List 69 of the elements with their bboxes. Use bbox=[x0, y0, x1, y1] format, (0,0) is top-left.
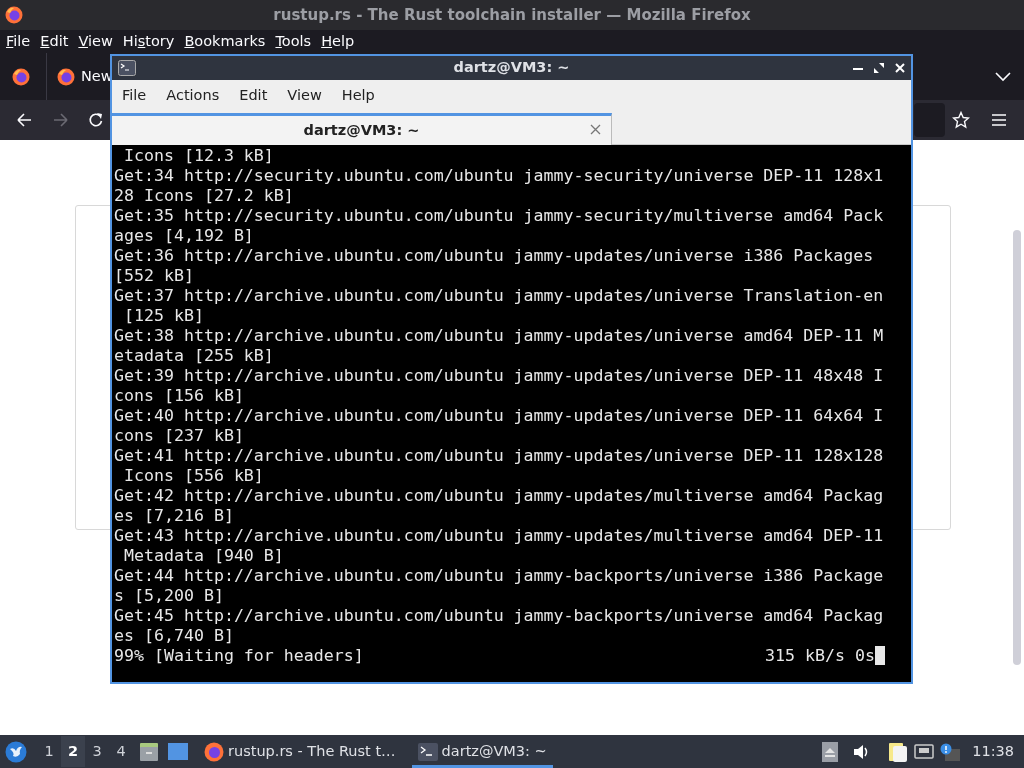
terminal-icon bbox=[417, 742, 438, 761]
menu-item[interactable]: File bbox=[114, 84, 159, 107]
menu-item[interactable]: Help bbox=[333, 84, 387, 107]
terminal-line: cons [237 kB] bbox=[114, 426, 244, 446]
firefox-icon bbox=[5, 6, 23, 24]
terminal-tab[interactable]: dartz@VM3: ~ bbox=[112, 113, 612, 145]
chevron-icon[interactable] bbox=[995, 71, 1011, 82]
menu-item[interactable]: History bbox=[122, 30, 175, 53]
menu-item[interactable]: Edit bbox=[40, 30, 69, 53]
clipboard-icon[interactable] bbox=[888, 740, 909, 763]
file-cabinet-icon[interactable] bbox=[139, 741, 159, 762]
desktop-switcher[interactable]: 1 bbox=[37, 736, 61, 767]
terminal-line: Get:44 http://archive.ubuntu.com/ubuntu jammy-backports/universe i386 Package bbox=[114, 566, 884, 586]
desktop-switcher[interactable]: 4 bbox=[109, 736, 133, 767]
terminal-icon bbox=[118, 60, 136, 76]
terminal-line: etadata [255 kB] bbox=[114, 346, 274, 366]
window-title: dartz@VM3: ~ bbox=[453, 58, 570, 78]
taskbar-button[interactable]: rustup.rs - The Rust t… bbox=[198, 735, 402, 768]
menu-icon[interactable] bbox=[991, 113, 1007, 127]
terminal-line: Get:42 http://archive.ubuntu.com/ubuntu jammy-updates/multiverse amd64 Packag bbox=[114, 486, 884, 506]
terminal-line: Get:35 http://security.ubuntu.com/ubuntu jammy-security/multiverse amd64 Pack bbox=[114, 206, 884, 226]
menu-item[interactable]: Tools bbox=[275, 30, 312, 53]
terminal-line: Get:39 http://archive.ubuntu.com/ubuntu jammy-updates/universe DEP-11 48x48 I bbox=[114, 366, 884, 386]
terminal-line: 28 Icons [27.2 kB] bbox=[114, 186, 294, 206]
scrollbar[interactable] bbox=[1013, 230, 1021, 665]
eject-icon[interactable] bbox=[822, 741, 839, 762]
firefox-icon bbox=[204, 741, 224, 762]
terminal-line: Icons [12.3 kB] bbox=[123, 146, 274, 166]
terminal-line: Get:38 http://archive.ubuntu.com/ubuntu jammy-updates/universe amd64 DEP-11 M bbox=[114, 326, 884, 346]
terminal-line: Get:40 http://archive.ubuntu.com/ubuntu jammy-updates/universe DEP-11 64x64 I bbox=[114, 406, 884, 426]
reload-icon[interactable] bbox=[88, 112, 104, 128]
network-icon[interactable] bbox=[914, 743, 935, 760]
terminal-line: es [7,216 B] bbox=[114, 506, 234, 526]
firefox-view-icon[interactable] bbox=[12, 67, 30, 86]
terminal-line: 99% [Waiting for headers] bbox=[114, 646, 364, 666]
menu-item[interactable]: View bbox=[279, 84, 334, 107]
terminal-line: Icons [556 kB] bbox=[123, 466, 264, 486]
star-icon[interactable] bbox=[952, 111, 970, 129]
firefox-icon bbox=[57, 67, 75, 86]
terminal-line: cons [156 kB] bbox=[114, 386, 244, 406]
terminal-line: Get:41 http://archive.ubuntu.com/ubuntu jammy-updates/universe DEP-11 128x128 bbox=[114, 446, 884, 466]
notification-icon[interactable] bbox=[940, 742, 961, 761]
terminal-line: ages [4,192 B] bbox=[114, 226, 254, 246]
clock[interactable]: 11:38 bbox=[972, 740, 1014, 763]
back-icon[interactable] bbox=[16, 112, 33, 128]
text-cursor bbox=[875, 646, 885, 665]
terminal-line: [552 kB] bbox=[114, 266, 194, 286]
terminal-line: Metadata [940 B] bbox=[123, 546, 284, 566]
menu-item[interactable]: Actions bbox=[158, 84, 232, 107]
menu-item[interactable]: View bbox=[78, 30, 113, 53]
menu-item[interactable]: File bbox=[6, 30, 31, 53]
maximize-icon[interactable] bbox=[874, 63, 884, 73]
terminal-line: Get:36 http://archive.ubuntu.com/ubuntu jammy-updates/universe i386 Packages bbox=[114, 246, 874, 266]
terminal-line: 315 kB/s 0s bbox=[765, 646, 875, 666]
taskbar-button[interactable]: dartz@VM3: ~ bbox=[411, 735, 553, 768]
terminal-line: Get:34 http://security.ubuntu.com/ubuntu jammy-security/universe DEP-11 128x1 bbox=[114, 166, 884, 186]
terminal-line: [125 kB] bbox=[123, 306, 204, 326]
window-title: rustup.rs - The Rust toolchain installer — Mozilla Firefox bbox=[273, 4, 751, 26]
terminal-line: Get:45 http://archive.ubuntu.com/ubuntu jammy-backports/universe amd64 Packag bbox=[114, 606, 884, 626]
desktop-switcher[interactable]: 3 bbox=[85, 736, 109, 767]
terminal-line: Get:37 http://archive.ubuntu.com/ubuntu jammy-updates/universe Translation-en bbox=[114, 286, 884, 306]
start-menu-icon[interactable] bbox=[5, 740, 27, 763]
menu-item[interactable]: Edit bbox=[231, 84, 280, 107]
desktop-switcher[interactable]: 2 bbox=[61, 736, 85, 767]
menu-item[interactable]: Bookmarks bbox=[184, 30, 266, 53]
terminal-line: es [6,740 B] bbox=[114, 626, 234, 646]
menu-item[interactable]: Help bbox=[321, 30, 355, 53]
terminal-line: Get:43 http://archive.ubuntu.com/ubuntu jammy-updates/multiverse amd64 DEP-11 bbox=[114, 526, 884, 546]
terminal-line: s [5,200 B] bbox=[114, 586, 224, 606]
